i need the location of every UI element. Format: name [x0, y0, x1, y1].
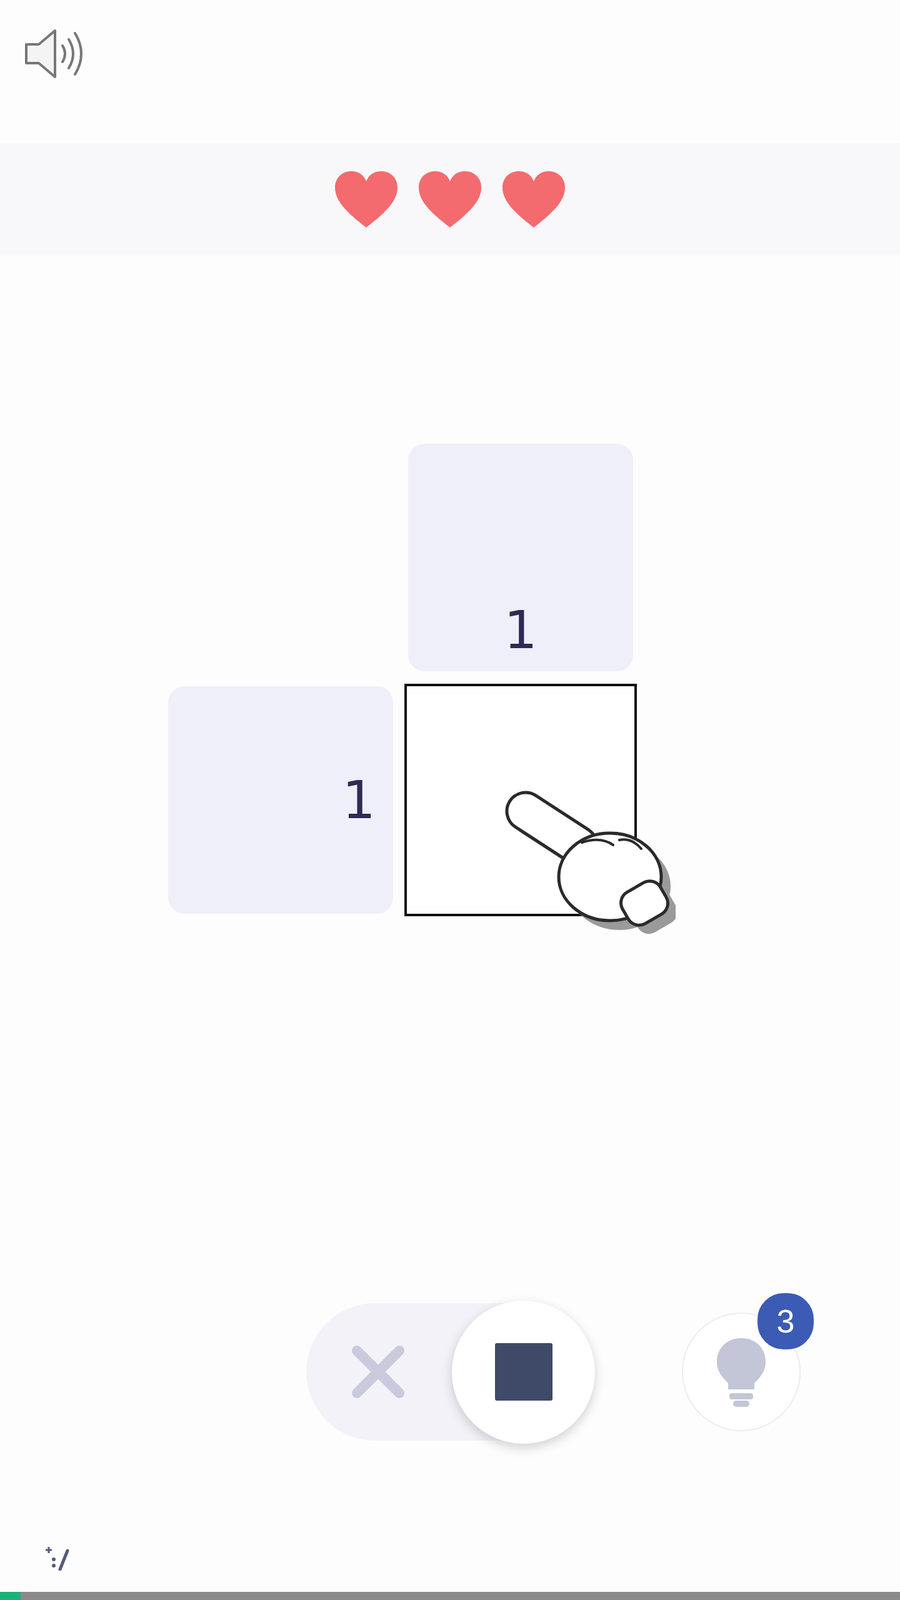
heart-icon: [500, 168, 568, 230]
progress-bar: [0, 1591, 900, 1600]
hint-button[interactable]: 3: [681, 1312, 801, 1432]
footer: [0, 1545, 900, 1600]
sound-icon: [22, 25, 88, 82]
column-clue: 1: [408, 443, 634, 672]
fill-square-icon: [493, 1341, 554, 1402]
lives-bar: [0, 143, 900, 256]
fill-mode-button[interactable]: [451, 1300, 595, 1444]
sound-button[interactable]: [22, 25, 88, 82]
heart-icon: [416, 168, 484, 230]
puzzle-cell[interactable]: [404, 683, 637, 917]
puzzle-area: 11: [0, 443, 900, 917]
puzzle-grid: 11: [168, 443, 900, 917]
progress-fill: [0, 1591, 21, 1600]
heart-icon: [332, 168, 400, 230]
cross-mode-button[interactable]: [306, 1300, 450, 1444]
pointer-hand-icon: [500, 786, 676, 937]
toolbar: 3: [0, 1303, 900, 1441]
hint-count-badge: 3: [755, 1291, 816, 1352]
top-bar: [0, 0, 900, 144]
clue-number: 1: [503, 601, 537, 659]
row-clue: 1: [168, 686, 394, 914]
logo-icon: [45, 1545, 74, 1571]
game-screen: 113: [0, 0, 900, 1600]
clue-number: 1: [342, 771, 376, 829]
mode-toggle[interactable]: [306, 1303, 595, 1441]
lightbulb-icon: [714, 1335, 769, 1409]
logo: [0, 1545, 900, 1592]
cross-icon: [348, 1341, 409, 1402]
